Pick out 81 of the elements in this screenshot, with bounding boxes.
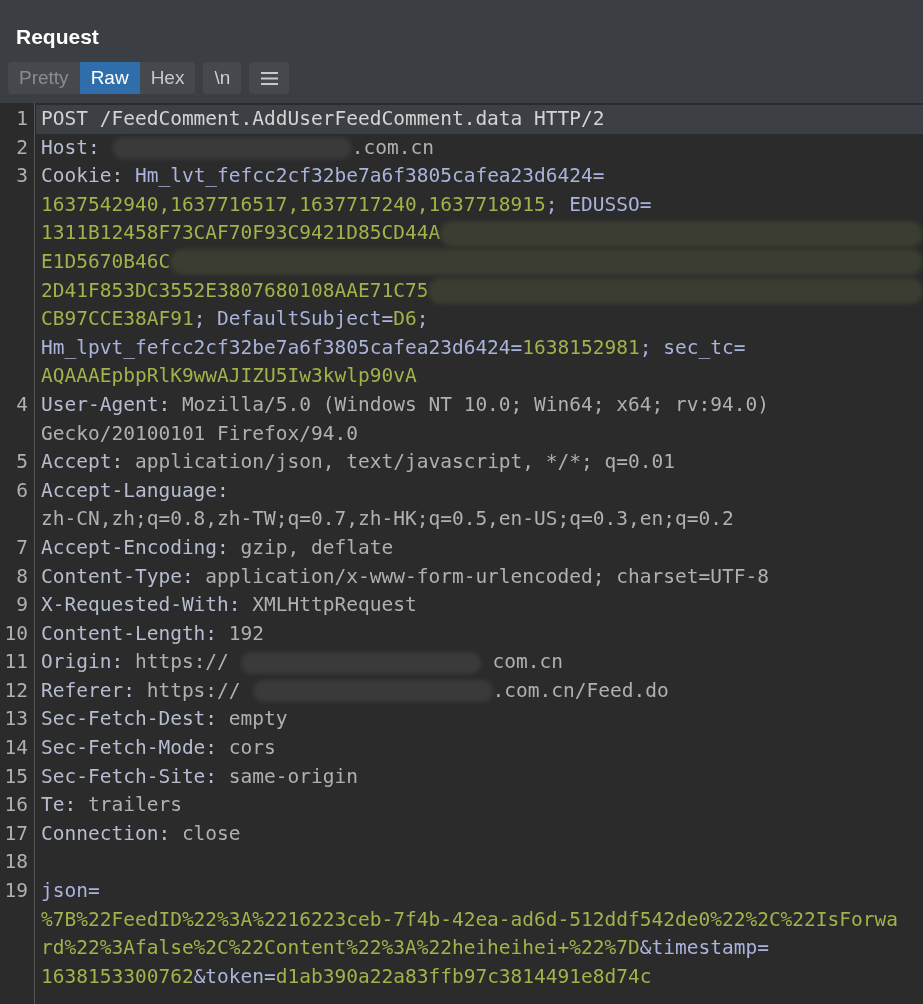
cookie-name: Hm_lvt_fefcc2cf32be7a6f3805cafea23d6424= xyxy=(133,163,605,190)
header-value: trailers xyxy=(86,792,182,819)
view-tab[interactable]: Raw xyxy=(79,62,140,94)
header-value: application/json, text/javascript, */*; q=0.01 xyxy=(133,449,675,476)
line-number: 12 xyxy=(3,677,29,704)
header-name: Accept-Encoding: xyxy=(41,534,229,561)
cookie-value: %7B%22FeedID%22%3A%2216223ceb-7f4b-42ea-ad6d-512ddf542de0%22%2C%22IsForwa xyxy=(41,906,899,933)
header-name: Sec-Fetch-Site: xyxy=(41,763,218,790)
line-number: 3 xyxy=(15,163,29,190)
header-value: cors xyxy=(227,735,276,762)
request-line: POST /FeedComment.AddUserFeedComment.data HTTP/2 xyxy=(41,106,605,132)
menu-button[interactable] xyxy=(249,62,290,94)
cookie-value: 1311B12458F73CAF70F93C9421D85CD44A xyxy=(41,220,441,247)
cookie-value: 1638153300762 xyxy=(41,963,194,990)
cookie-value: d1ab390a22a83ffb97c3814491e8d74c xyxy=(275,963,652,990)
header-value: Mozilla/5.0 (Windows NT 10.0; Win64; x64; rv:94.0) xyxy=(180,391,769,418)
line-number: 10 xyxy=(3,620,29,647)
line-number: 14 xyxy=(3,735,29,762)
header-name: Referer: xyxy=(41,677,135,704)
cookie-name: ; sec_tc= xyxy=(639,334,746,361)
header-value: 192 xyxy=(227,620,265,647)
view-tab[interactable]: Hex xyxy=(139,62,196,94)
cookie-value: 1638152981 xyxy=(522,334,640,361)
header-value: zh-CN,zh;q=0.8,zh-TW;q=0.7,zh-HK;q=0.5,en-US;q=0.3,en;q=0.2 xyxy=(41,506,734,533)
header-name: Origin: xyxy=(41,649,124,676)
line-number: 15 xyxy=(3,763,29,790)
header-value: gzip, deflate xyxy=(239,534,394,561)
cookie-name: ; xyxy=(416,306,429,333)
header-value: https:// xyxy=(133,649,229,676)
header-value: Gecko/20100101 Firefox/94.0 xyxy=(41,420,358,447)
line-number: 13 xyxy=(3,706,29,733)
cookie-name: &token= xyxy=(193,963,276,990)
header-name: Content-Length: xyxy=(41,620,218,647)
line-number: 17 xyxy=(3,820,29,847)
panel-title: Request xyxy=(16,24,100,50)
cookie-name: ; DefaultSubject= xyxy=(193,306,394,333)
line-number: 4 xyxy=(15,391,29,418)
line-number: 5 xyxy=(15,449,29,476)
header-name: X-Requested-With: xyxy=(41,592,241,619)
cookie-name: Hm_lpvt_fefcc2cf32be7a6f3805cafea23d6424= xyxy=(41,334,523,361)
header-name: Connection: xyxy=(41,820,171,847)
line-number: 18 xyxy=(3,849,29,876)
newline-toggle[interactable]: \n xyxy=(203,62,242,94)
header-value: empty xyxy=(227,706,288,733)
line-number: 6 xyxy=(15,477,29,504)
header-value: same-origin xyxy=(227,763,358,790)
header-value: .com.cn/Feed.do xyxy=(492,677,669,704)
header-name: Content-Type: xyxy=(41,563,194,590)
line-number: 11 xyxy=(3,649,29,676)
cookie-value: 2D41F853DC3552E3807680108AAE71C75 xyxy=(41,277,429,304)
menu-icon xyxy=(260,71,278,85)
cookie-value: 1637542940,1637716517,1637717240,1637718915 xyxy=(41,191,546,218)
header-value: close xyxy=(180,820,241,847)
header-name: Host: xyxy=(41,134,100,161)
cookie-name: ; EDUSSO= xyxy=(545,191,652,218)
header-name: Sec-Fetch-Dest: xyxy=(41,706,218,733)
cookie-value: D6 xyxy=(393,306,417,333)
header-name: Accept-Language: xyxy=(41,477,229,504)
header-value: com.cn xyxy=(491,649,564,676)
header-value: XMLHttpRequest xyxy=(251,592,417,619)
header-name: User-Agent: xyxy=(41,391,171,418)
cookie-name: json= xyxy=(41,878,100,905)
line-number: 9 xyxy=(15,592,29,619)
line-number: 7 xyxy=(15,534,29,561)
header-value: .com.cn xyxy=(351,134,434,161)
cookie-name: &timestamp= xyxy=(639,935,769,962)
header-name: Cookie: xyxy=(41,163,124,190)
header-name: Sec-Fetch-Mode: xyxy=(41,735,218,762)
line-number: 19 xyxy=(3,878,29,905)
line-number: 2 xyxy=(15,134,29,161)
header-name: Te: xyxy=(41,792,77,819)
cookie-value: rd%22%3Afalse%2C%22Content%22%3A%22heiheihei+%22%7D xyxy=(41,935,640,962)
line-number: 8 xyxy=(15,563,29,590)
line-number: 16 xyxy=(3,792,29,819)
cookie-value: AQAAAEpbpRlK9wwAJIZU5Iw3kwlp90vA xyxy=(41,363,417,390)
header-value: application/x-www-form-urlencoded; charset=UTF-8 xyxy=(204,563,769,590)
cookie-value: E1D5670B46C xyxy=(41,248,171,275)
line-number: 1 xyxy=(15,106,29,132)
header-value: https:// xyxy=(145,677,241,704)
cookie-value: CB97CCE38AF91 xyxy=(41,306,194,333)
header-name: Accept: xyxy=(41,449,124,476)
